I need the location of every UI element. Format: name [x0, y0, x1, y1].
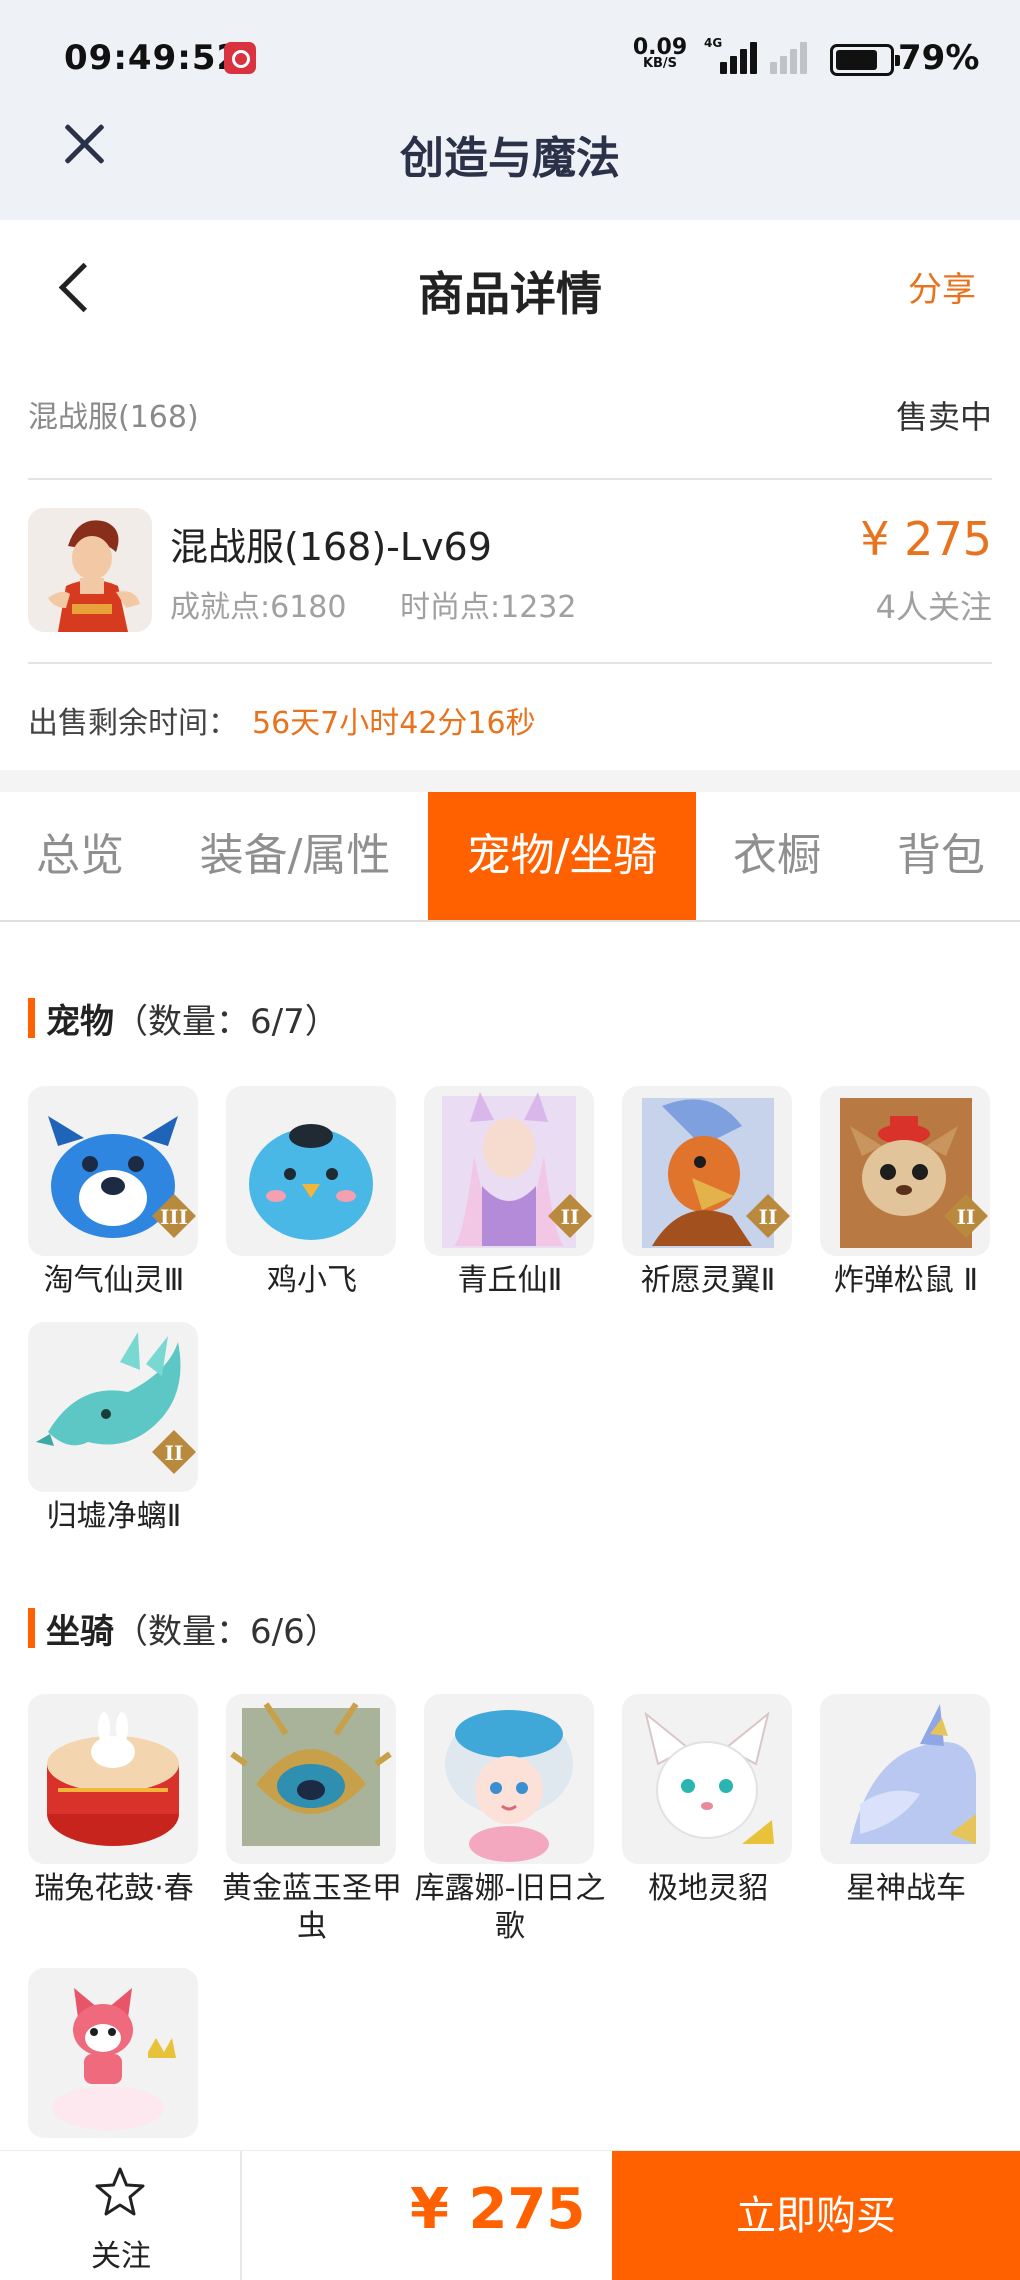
rabbit-drum-icon	[28, 1694, 198, 1864]
ahri-fox-icon	[28, 1968, 198, 2138]
mount-item[interactable]: 极地灵貂	[622, 1694, 794, 1908]
pets-count: （数量：6/7）	[114, 1002, 339, 1042]
fox-fairy-icon: II	[424, 1086, 594, 1256]
mount-name: 库露娜-旧日之歌	[414, 1871, 606, 1944]
follower-count: 4人关注	[875, 588, 992, 626]
battery-percent: 79%	[898, 38, 980, 78]
buy-now-button[interactable]: 立即购买	[612, 2151, 1020, 2280]
pet-item[interactable]: II 青丘仙Ⅱ	[424, 1086, 596, 1300]
achievement-points: 成就点:6180	[170, 590, 347, 625]
golden-scarab-icon	[226, 1694, 396, 1864]
svg-text:II: II	[561, 1205, 580, 1229]
remaining-time-value: 56天7小时42分16秒	[252, 706, 536, 741]
mount-item[interactable]	[28, 1968, 200, 2138]
status-time: 09:49:52	[64, 38, 242, 78]
section-gap	[0, 770, 1020, 792]
tab-wardrobe[interactable]: 衣橱	[700, 792, 854, 920]
follow-button[interactable]: 关注	[0, 2151, 242, 2280]
star-chariot-icon	[820, 1694, 990, 1864]
mounts-title: 坐骑	[46, 1612, 114, 1652]
mount-item[interactable]: 瑞兔花鼓·春	[28, 1694, 200, 1908]
kuluna-doll-icon	[424, 1694, 594, 1864]
mount-item[interactable]: 库露娜-旧日之歌	[415, 1694, 605, 1946]
character-avatar	[28, 508, 152, 632]
pet-item[interactable]: III 淘气仙灵Ⅲ	[28, 1086, 200, 1300]
app-notification-icon	[224, 42, 256, 74]
server-name: 混战服(168)	[28, 400, 199, 435]
divider	[28, 478, 992, 480]
pet-name: 归墟净螭Ⅱ	[46, 1499, 182, 1534]
blue-puppy-icon: III	[28, 1086, 198, 1256]
network-type: 4G	[704, 36, 723, 50]
pet-name: 炸弹松鼠 Ⅱ	[833, 1263, 979, 1298]
pet-name: 祈愿灵翼Ⅱ	[640, 1263, 776, 1298]
pets-title: 宠物	[46, 1002, 114, 1042]
pet-name: 青丘仙Ⅱ	[457, 1263, 563, 1298]
sale-status: 售卖中	[895, 398, 992, 436]
section-marker	[28, 1608, 35, 1648]
fashion-points: 时尚点:1232	[400, 590, 577, 625]
section-marker	[28, 998, 35, 1038]
mount-name: 星神战车	[846, 1871, 966, 1906]
svg-text:II: II	[759, 1205, 778, 1229]
network-speed-value: 0.09	[632, 35, 688, 60]
divider	[28, 662, 992, 664]
svg-text:III: III	[160, 1205, 188, 1229]
tab-bar: 总览 装备/属性 宠物/坐骑 衣橱 背包	[0, 792, 1020, 922]
squirrel-icon: II	[820, 1086, 990, 1256]
battery-icon	[830, 44, 900, 76]
tab-overview[interactable]: 总览	[0, 792, 160, 920]
page-title: 商品详情	[418, 267, 602, 321]
bottom-action-bar: 关注 ¥ 275 立即购买	[0, 2150, 1020, 2280]
bottom-price: ¥ 275	[410, 2177, 586, 2242]
pet-name: 淘气仙灵Ⅲ	[43, 1263, 185, 1298]
cell-signal-icon: 4G	[704, 36, 764, 78]
remaining-time-label: 出售剩余时间：	[28, 706, 238, 741]
mount-item[interactable]: 星神战车	[820, 1694, 992, 1908]
pet-item[interactable]: II 炸弹松鼠 Ⅱ	[820, 1086, 992, 1300]
network-speed: 0.09 KB/S	[630, 35, 690, 72]
tab-backpack[interactable]: 背包	[862, 792, 1020, 920]
page-header: 商品详情 分享	[0, 220, 1020, 354]
star-icon	[95, 2167, 145, 2216]
share-button[interactable]: 分享	[908, 262, 976, 311]
mount-name: 极地灵貂	[648, 1871, 768, 1906]
polar-marten-icon	[622, 1694, 792, 1864]
cell-signal-2-icon	[764, 38, 824, 78]
tab-equipment[interactable]: 装备/属性	[170, 792, 420, 920]
mount-name: 瑞兔花鼓·春	[34, 1871, 194, 1906]
tab-pets-mounts[interactable]: 宠物/坐骑	[428, 792, 696, 920]
battery-fill	[836, 50, 877, 70]
app-title: 创造与魔法	[400, 133, 620, 184]
role-name: 混战服(168)-Lv69	[170, 525, 492, 569]
svg-text:II: II	[165, 1441, 184, 1465]
mount-item[interactable]: 黄金蓝玉圣甲虫	[222, 1694, 402, 1946]
svg-text:II: II	[957, 1205, 976, 1229]
griffin-icon: II	[622, 1086, 792, 1256]
listing-price: ¥ 275	[860, 512, 992, 566]
follow-label: 关注	[91, 2239, 151, 2274]
blue-chick-icon	[226, 1086, 396, 1256]
pet-item[interactable]: II 归墟净螭Ⅱ	[28, 1322, 200, 1536]
pet-name: 鸡小飞	[267, 1263, 357, 1298]
mount-name: 黄金蓝玉圣甲虫	[222, 1871, 402, 1944]
mounts-count: （数量：6/6）	[114, 1612, 339, 1652]
pet-item[interactable]: II 祈愿灵翼Ⅱ	[622, 1086, 794, 1300]
app-top-bar: 09:49:52 0.09 KB/S 4G 79% 创造与魔法	[0, 0, 1020, 220]
dragon-icon: II	[28, 1322, 198, 1492]
status-bar: 09:49:52 0.09 KB/S 4G 79%	[64, 35, 979, 88]
pet-item[interactable]: 鸡小飞	[226, 1086, 398, 1300]
